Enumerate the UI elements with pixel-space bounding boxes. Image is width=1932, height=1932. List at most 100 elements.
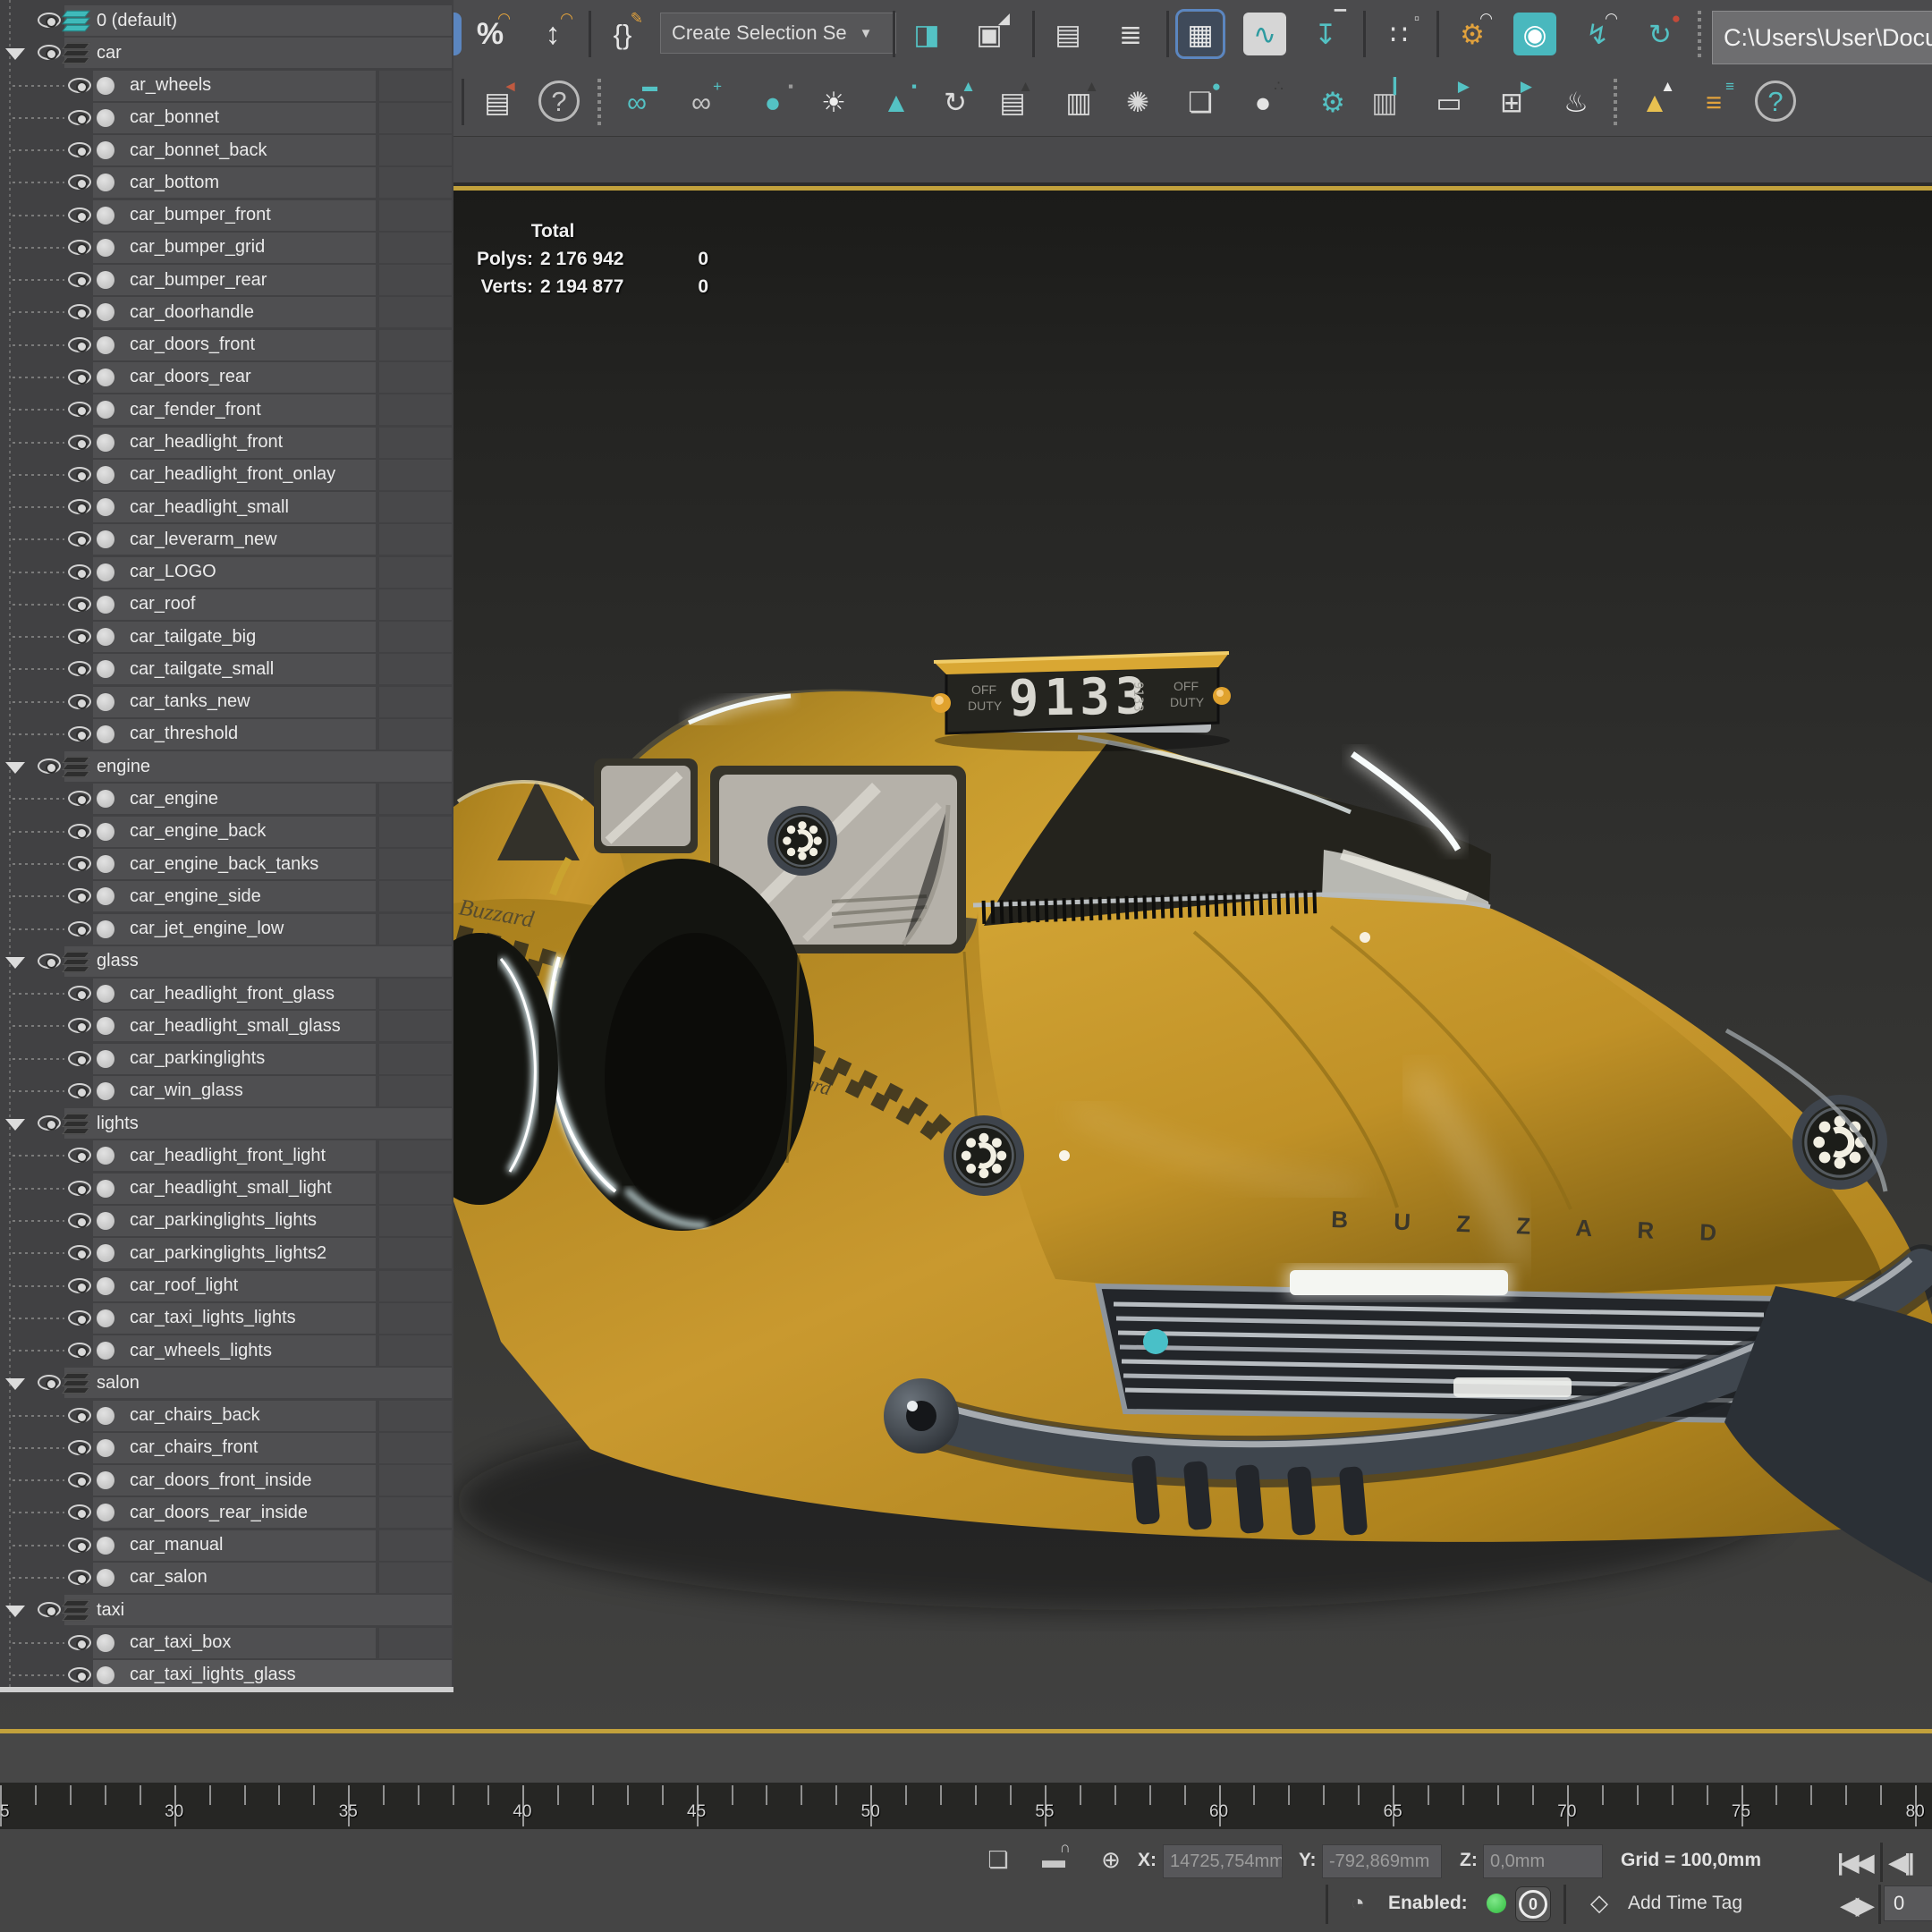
album-book-2-icon[interactable]: ▥ ▲ (1057, 79, 1100, 123)
object-row[interactable]: car_headlight_front_light (0, 1140, 453, 1172)
z-coordinate-field[interactable]: 0,0mm (1483, 1844, 1603, 1878)
visibility-eye-icon[interactable] (68, 596, 91, 612)
visibility-eye-icon[interactable] (68, 629, 91, 645)
dock-minimize-icon[interactable]: ↧ ▔ (1304, 11, 1347, 55)
visibility-eye-icon[interactable] (68, 564, 91, 580)
video-player-icon[interactable]: ▭ ▶ (1428, 79, 1470, 123)
palette-icon[interactable]: ● ∴ (1241, 79, 1284, 123)
object-dot-icon[interactable] (97, 595, 114, 614)
object-row[interactable]: car_threshold (0, 718, 453, 750)
object-dot-icon[interactable] (97, 985, 114, 1004)
visibility-eye-icon[interactable] (68, 725, 91, 741)
object-dot-icon[interactable] (97, 1665, 114, 1684)
object-row[interactable]: car_LOGO (0, 556, 453, 588)
enabled-value-button[interactable]: 0 (1515, 1886, 1551, 1922)
layer-stack-icon[interactable] (62, 756, 90, 778)
object-dot-icon[interactable] (97, 724, 114, 743)
layer-row[interactable]: salon (0, 1368, 453, 1399)
forest-trees-icon[interactable]: ▲ ▲ (1633, 79, 1676, 123)
time-tag-cube-icon[interactable]: ◇ (1581, 1885, 1617, 1920)
previous-frame-button[interactable]: ◀|| (1889, 1849, 1914, 1877)
percent-snap-toggle-icon[interactable]: % ◠ (469, 11, 512, 55)
trackbar-toggle-icon[interactable]: ◔ (1340, 1885, 1376, 1920)
visibility-eye-icon[interactable] (68, 661, 91, 677)
teapot-render-icon[interactable]: ♨ (1555, 80, 1597, 123)
layer-row[interactable]: car (0, 38, 453, 69)
photo-stack-icon[interactable]: ❏ ● (1179, 79, 1222, 123)
visibility-eye-icon[interactable] (68, 1634, 91, 1650)
object-row[interactable]: car_leverarm_new (0, 524, 453, 555)
object-row[interactable]: car_doors_front (0, 329, 453, 360)
quick-render-icon[interactable]: ↯ ◠ (1576, 11, 1619, 55)
object-row[interactable]: car_parkinglights (0, 1043, 453, 1074)
rendered-frame-window-icon[interactable]: ◉ (1513, 13, 1556, 55)
video-camera-icon[interactable]: ∞ ▬ (615, 79, 658, 123)
layer-stack-icon[interactable] (62, 1113, 90, 1135)
object-dot-icon[interactable] (97, 141, 114, 160)
layer-stack-icon[interactable] (62, 1599, 90, 1622)
visibility-eye-icon[interactable] (38, 45, 61, 61)
visibility-eye-icon[interactable] (68, 531, 91, 547)
object-dot-icon[interactable] (97, 1438, 114, 1457)
album-book-icon[interactable]: ▤ ▲ (991, 79, 1034, 123)
object-row[interactable]: car_roof_light (0, 1270, 453, 1301)
isolate-selection-icon[interactable]: ❏ (980, 1842, 1016, 1877)
visibility-eye-icon[interactable] (68, 1407, 91, 1423)
object-row[interactable]: car_headlight_small (0, 492, 453, 523)
selection-set-dropdown[interactable]: Create Selection Se ▼ (660, 13, 896, 54)
visibility-eye-icon[interactable] (38, 1602, 61, 1618)
visibility-eye-icon[interactable] (68, 77, 91, 93)
object-row[interactable]: car_headlight_front (0, 427, 453, 458)
object-row[interactable]: car_engine_back (0, 816, 453, 847)
object-dot-icon[interactable] (97, 563, 114, 581)
render-setup-icon[interactable]: ⚙ ◠ (1451, 11, 1494, 55)
visibility-eye-icon[interactable] (68, 1537, 91, 1553)
visibility-eye-icon[interactable] (68, 142, 91, 158)
visibility-eye-icon[interactable] (68, 466, 91, 482)
object-dot-icon[interactable] (97, 919, 114, 938)
visibility-eye-icon[interactable] (68, 239, 91, 255)
slate-material-editor-icon[interactable]: ▥ ▎ (1363, 79, 1406, 123)
expand-arrow-icon[interactable] (5, 1606, 25, 1618)
visibility-eye-icon[interactable] (68, 1180, 91, 1196)
object-row[interactable]: car_tailgate_small (0, 654, 453, 685)
object-row[interactable]: car_engine (0, 784, 453, 815)
layer-row[interactable]: taxi (0, 1595, 453, 1626)
visibility-eye-icon[interactable] (68, 402, 91, 418)
expand-arrow-icon[interactable] (5, 1378, 25, 1391)
visibility-eye-icon[interactable] (68, 791, 91, 807)
visibility-eye-icon[interactable] (68, 823, 91, 839)
visibility-eye-icon[interactable] (68, 986, 91, 1002)
visibility-eye-icon[interactable] (68, 1439, 91, 1455)
object-dot-icon[interactable] (97, 108, 114, 127)
gear-tool-icon[interactable]: ⚙ (1311, 80, 1354, 123)
layer-stack-icon[interactable] (62, 10, 90, 32)
help-circle-icon[interactable]: ? (1755, 80, 1796, 122)
layer-stack-icon[interactable] (62, 42, 90, 64)
visibility-eye-icon[interactable] (68, 1082, 91, 1098)
project-path-field[interactable]: C:\Users\User\Docume (1712, 11, 1932, 64)
object-dot-icon[interactable] (97, 368, 114, 386)
object-dot-icon[interactable] (97, 1179, 114, 1198)
object-row[interactable]: car_bumper_front (0, 199, 453, 231)
visibility-eye-icon[interactable] (68, 207, 91, 223)
object-row[interactable]: car_tailgate_big (0, 622, 453, 653)
layer-row[interactable]: engine (0, 751, 453, 783)
compositor-icon[interactable]: ⊞ ▶ (1490, 79, 1533, 123)
object-row[interactable]: car_win_glass (0, 1075, 453, 1106)
curve-editor-icon[interactable]: ∿ (1243, 13, 1286, 55)
visibility-eye-icon[interactable] (68, 1666, 91, 1682)
go-to-start-button[interactable]: |◀◀ (1837, 1849, 1874, 1877)
object-dot-icon[interactable] (97, 822, 114, 841)
visibility-eye-icon[interactable] (68, 304, 91, 320)
object-row[interactable]: car_jet_engine_low (0, 913, 453, 945)
object-row[interactable]: car_headlight_small_glass (0, 1011, 453, 1042)
visibility-eye-icon[interactable] (68, 272, 91, 288)
expand-arrow-icon[interactable] (5, 762, 25, 775)
fire-ring-icon[interactable]: ✺ (1116, 80, 1159, 123)
visibility-eye-icon[interactable] (68, 856, 91, 872)
object-row[interactable]: car_manual (0, 1530, 453, 1561)
log-list-icon[interactable]: ≡ ≡ (1692, 79, 1735, 123)
object-row[interactable]: car_bottom (0, 167, 453, 199)
object-row[interactable]: car_engine_back_tanks (0, 849, 453, 880)
